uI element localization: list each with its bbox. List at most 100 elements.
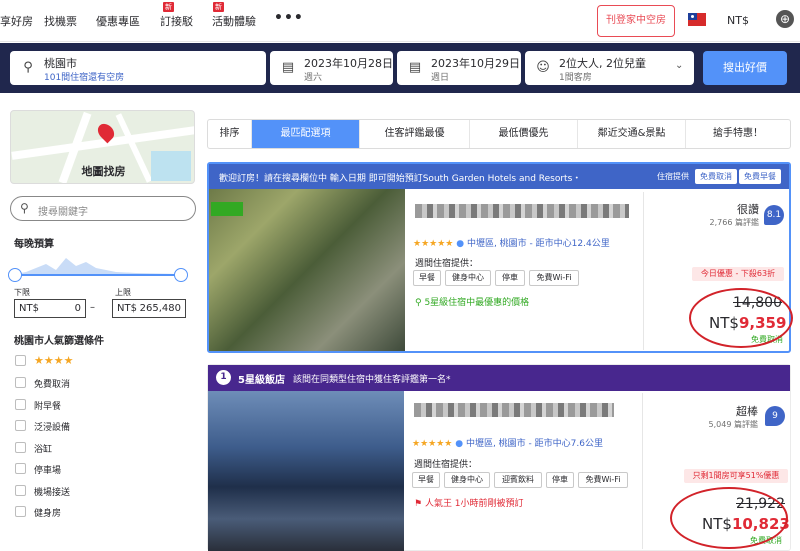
filter-checkbox[interactable]	[15, 463, 26, 474]
top-navigation: 享好房 找機票 優惠專區 訂接駁 新 活動體驗 新 ••• 刊登家中空房 NT$…	[0, 0, 800, 42]
nav-item-transfers[interactable]: 訂接駁	[160, 13, 193, 29]
review-score: 8.1	[764, 205, 784, 225]
card-banner: 歡迎訂房！請在搜尋欄位中 輸入日期 即可開始預訂South Garden Hot…	[209, 164, 789, 189]
rank-badge: 1	[216, 370, 231, 385]
guests-icon: ☺	[536, 60, 550, 75]
location-area-link[interactable]: 中壢區, 桃園市	[466, 439, 526, 449]
search-bar: ⚲ 桃園市 101間住宿還有空房 ▤ 2023年10月28日 週六 ▤ 2023…	[0, 43, 800, 93]
popularity-note: ⚑ 人氣王 1小時前剛被預訂	[414, 499, 524, 509]
facility-chip: 免費Wi-Fi	[529, 270, 579, 286]
budget-slider-track	[14, 274, 182, 276]
filter-checkbox[interactable]	[15, 420, 26, 431]
map-search[interactable]: 地圖找房	[10, 110, 195, 184]
tag-provided: 住宿提供	[655, 169, 691, 184]
max-price-input[interactable]: NT$ 265,480	[112, 299, 186, 318]
min-price-currency: NT$	[19, 303, 39, 314]
calendar-icon: ▤	[281, 60, 295, 75]
budget-min-handle[interactable]	[8, 268, 22, 282]
banner-bold: 5星級飯店	[238, 375, 285, 386]
more-menu-icon[interactable]: •••	[274, 10, 304, 26]
card-divider	[643, 192, 644, 350]
facility-chip: 停車	[495, 270, 525, 286]
location-pin-icon: ●	[456, 239, 465, 249]
filter-label: 機場接送	[34, 488, 71, 498]
sort-top-reviewed[interactable]: 住客評鑑最優	[360, 120, 470, 148]
filter-checkbox[interactable]	[15, 485, 26, 496]
rating-word: 超棒	[736, 405, 758, 418]
popularity-text: 人氣王 1小時前剛被預訂	[424, 499, 524, 509]
hotel-name-blurred[interactable]	[415, 204, 629, 218]
filter-checkbox[interactable]	[15, 506, 26, 517]
checkin-day: 週六	[304, 73, 323, 83]
nav-item-hotels[interactable]: 享好房	[0, 13, 33, 29]
nav-item-activities[interactable]: 活動體驗	[212, 13, 256, 29]
annotation-circle	[670, 487, 788, 549]
min-price-input[interactable]: NT$ 0	[14, 299, 86, 318]
calendar-icon: ▤	[408, 60, 422, 75]
budget-max-handle[interactable]	[174, 268, 188, 282]
hotel-card[interactable]: 歡迎訂房！請在搜尋欄位中 輸入日期 即可開始預訂South Garden Hot…	[207, 162, 793, 353]
nav-item-flights[interactable]: 找機票	[44, 13, 77, 29]
budget-title: 每晚預算	[14, 239, 54, 250]
max-price-currency: NT$	[117, 303, 137, 314]
filter-checkbox[interactable]	[15, 442, 26, 453]
zoom-icon[interactable]: ⊕	[776, 10, 794, 28]
hotel-location: ★★★★★ ● 中壢區, 桃園市 - 距市中心7.6公里	[412, 436, 603, 449]
min-label: 下限	[14, 288, 30, 297]
banner-text: 該間在同類型住宿中獲住客評鑑第一名*	[293, 375, 451, 385]
review-count[interactable]: 2,766 篇評鑑	[689, 217, 759, 228]
sort-bar: 排序 最匹配選項 住客評鑑最優 最低價優先 鄰近交通&景點 搶手特惠！	[207, 119, 791, 149]
review-score: 9	[765, 406, 785, 426]
checkin-date: 2023年10月28日	[304, 57, 393, 70]
destination-field[interactable]: ⚲ 桃園市 101間住宿還有空房	[10, 51, 266, 85]
list-property-button[interactable]: 刊登家中空房	[597, 5, 675, 37]
filter-label: 附早餐	[34, 402, 62, 412]
location-distance: - 距市中心12.4公里	[526, 239, 610, 249]
checkin-field[interactable]: ▤ 2023年10月28日 週六	[270, 51, 393, 85]
tag-free-cancel: 免費取消	[695, 169, 737, 184]
location-distance: - 距市中心7.6公里	[525, 439, 603, 449]
sort-nearby[interactable]: 鄰近交通&景點	[578, 120, 686, 148]
checkout-field[interactable]: ▤ 2023年10月29日 週日	[397, 51, 521, 85]
banner-text: 歡迎訂房！請在搜尋欄位中 輸入日期 即可開始預訂South Garden Hot…	[219, 174, 582, 184]
max-price-value: 265,480	[139, 303, 181, 314]
location-area-link[interactable]: 中壢區, 桃園市	[467, 239, 527, 249]
nav-item-deals[interactable]: 優惠專區	[96, 13, 140, 29]
rooms-value: 1間客房	[559, 73, 592, 83]
hotel-photo[interactable]	[208, 391, 404, 551]
keyword-search-input[interactable]: ⚲ 搜尋關鍵字	[10, 196, 196, 221]
guests-field[interactable]: ☺ 2位大人, 2位兒童 1間客房 ⌄	[525, 51, 694, 85]
review-count[interactable]: 5,049 篇評鑑	[688, 419, 758, 430]
guests-value: 2位大人, 2位兒童	[559, 57, 646, 70]
taiwan-flag-icon[interactable]	[688, 13, 706, 26]
chevron-down-icon: ⌄	[675, 60, 684, 71]
facility-chip: 免費Wi-Fi	[578, 472, 628, 488]
filter-label: 浴缸	[34, 445, 53, 455]
annotation-circle	[689, 288, 793, 348]
filter-label: 停車場	[34, 466, 62, 476]
price-note: ⚲ 5星級住宿中最優惠的價格	[415, 298, 530, 308]
search-icon: ⚲	[20, 201, 29, 215]
facility-chip: 健身中心	[445, 270, 491, 286]
new-badge: 新	[213, 2, 224, 12]
hotel-name-blurred[interactable]	[414, 403, 614, 417]
filter-checkbox[interactable]	[15, 377, 26, 388]
filter-label: 免費取消	[34, 380, 71, 390]
hotel-card[interactable]: 1 5星級飯店 該間在同類型住宿中獲住客評鑑第一名* ★★★★★ ● 中壢區, …	[207, 364, 791, 551]
checkout-day: 週日	[431, 73, 450, 83]
currency-selector[interactable]: NT$	[727, 14, 749, 27]
search-submit-button[interactable]: 搜出好價	[703, 51, 787, 85]
deal-badge: 今日優惠 - 下殺63折	[692, 267, 784, 281]
facility-chip: 健身中心	[444, 472, 490, 488]
price-histogram	[16, 258, 180, 274]
facility-chip: 停車	[546, 472, 574, 488]
facility-chip: 早餐	[413, 270, 441, 286]
sort-best-match[interactable]: 最匹配選項	[252, 120, 360, 148]
filter-label-4-stars: ★★★★	[34, 354, 74, 367]
rating-word: 很讚	[737, 203, 759, 216]
filter-checkbox[interactable]	[15, 355, 26, 366]
sort-hot-deals[interactable]: 搶手特惠！	[686, 120, 790, 148]
sort-lowest-price[interactable]: 最低價優先	[470, 120, 578, 148]
filter-checkbox[interactable]	[15, 399, 26, 410]
facilities-title: 週間住宿提供：	[415, 259, 479, 269]
